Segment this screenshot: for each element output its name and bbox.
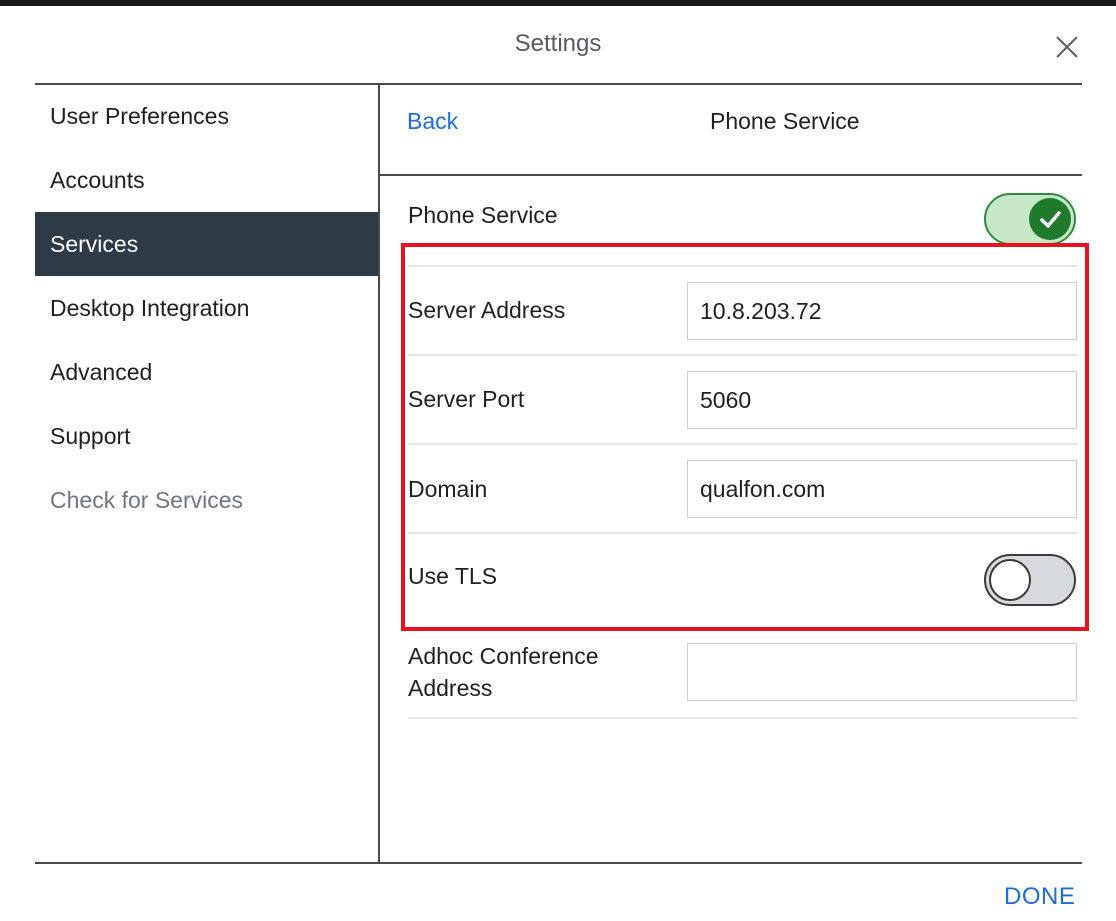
- sidebar-item-check-for-services[interactable]: Check for Services: [35, 468, 378, 532]
- back-link[interactable]: Back: [407, 108, 458, 135]
- domain-label: Domain: [408, 476, 488, 502]
- sidebar-item-advanced[interactable]: Advanced: [35, 340, 378, 404]
- sidebar-item-support[interactable]: Support: [35, 404, 378, 468]
- panel-title: Phone Service: [710, 108, 860, 134]
- row-divider: [408, 717, 1078, 719]
- adhoc-conference-input[interactable]: [687, 643, 1077, 701]
- domain-input[interactable]: [687, 460, 1077, 518]
- close-icon: [1056, 36, 1078, 58]
- sidebar-item-accounts[interactable]: Accounts: [35, 148, 378, 212]
- phone-service-toggle[interactable]: [984, 193, 1076, 245]
- sidebar-item-services[interactable]: Services: [35, 212, 378, 276]
- use-tls-toggle[interactable]: [984, 554, 1076, 606]
- server-address-label: Server Address: [408, 297, 566, 323]
- window-title: Settings: [514, 30, 602, 57]
- settings-window: Settings User Preferences Accounts Servi…: [0, 0, 1116, 921]
- server-address-input[interactable]: [687, 282, 1077, 340]
- row-divider: [408, 443, 1078, 445]
- checkmark-icon: [1040, 211, 1061, 228]
- window-top-border: [0, 0, 1116, 6]
- header-divider: [380, 174, 1082, 176]
- phone-service-label: Phone Service: [408, 202, 558, 228]
- sidebar-item-user-preferences[interactable]: User Preferences: [35, 84, 378, 148]
- toggle-knob: [1029, 198, 1071, 240]
- row-divider: [408, 265, 1078, 267]
- sidebar-item-desktop-integration[interactable]: Desktop Integration: [35, 276, 378, 340]
- use-tls-label: Use TLS: [408, 563, 498, 589]
- server-port-label: Server Port: [408, 386, 525, 412]
- row-divider: [408, 532, 1078, 534]
- sidebar-divider: [378, 84, 380, 862]
- row-divider: [408, 354, 1078, 356]
- toggle-knob: [989, 559, 1031, 601]
- server-port-input[interactable]: [687, 371, 1077, 429]
- bottom-divider: [35, 862, 1082, 864]
- done-button[interactable]: DONE: [1004, 883, 1075, 911]
- adhoc-conference-label: Adhoc Conference Address: [408, 643, 599, 701]
- close-button[interactable]: [1052, 32, 1082, 62]
